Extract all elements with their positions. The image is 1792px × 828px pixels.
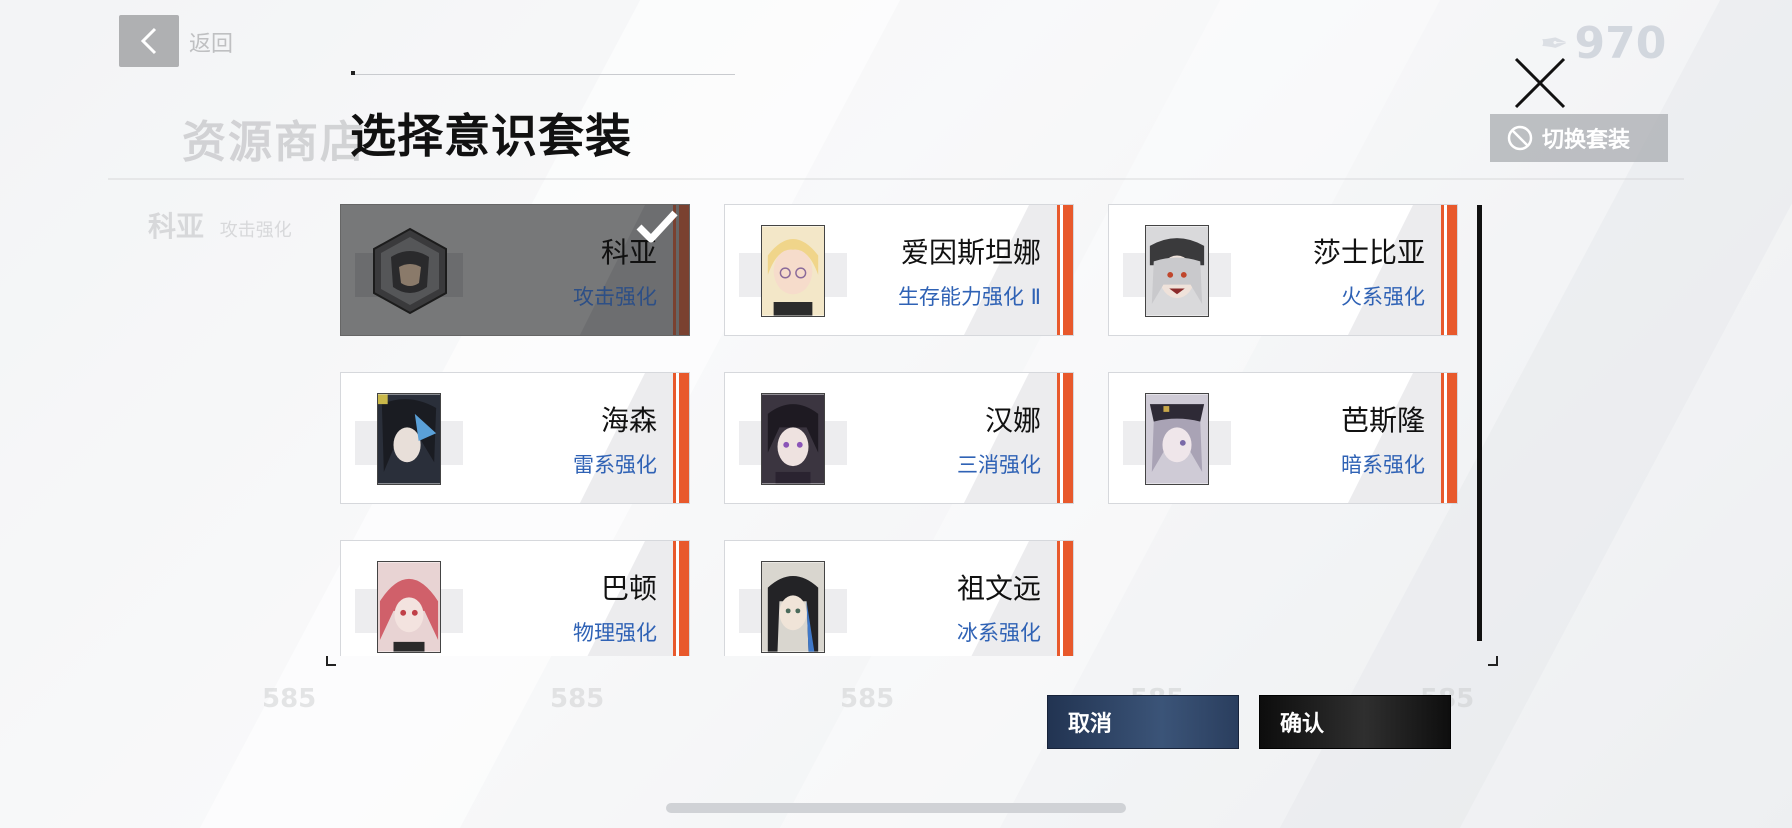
set-grid-viewport[interactable]: 科亚 攻击强化 爱因斯坦娜 生存能力强化 Ⅱ 莎士比亚 火系强化 海森 雷系强化… — [340, 204, 1460, 656]
set-name: 汉娜 — [984, 404, 1041, 437]
home-indicator[interactable] — [666, 803, 1126, 813]
set-name: 芭斯隆 — [1340, 404, 1425, 437]
bathlon-portrait-icon — [1145, 393, 1209, 485]
set-name: 海森 — [600, 404, 657, 437]
title-rule — [351, 74, 735, 75]
set-effect: 冰系强化 — [957, 621, 1041, 645]
set-effect: 火系强化 — [1341, 285, 1425, 309]
hanna-portrait-icon — [761, 393, 825, 485]
cancel-label: 取消 — [1068, 712, 1113, 737]
set-effect: 物理强化 — [573, 621, 657, 645]
accent-stripe — [1057, 373, 1073, 503]
switch-set-label: 切换套装 — [1542, 128, 1631, 153]
grid-scrollbar[interactable] — [1477, 205, 1482, 641]
accent-stripe — [673, 541, 689, 656]
shakespeare-portrait-icon — [1145, 225, 1209, 317]
zuwenyuan-portrait-icon — [761, 561, 825, 653]
set-card-zuwenyuan[interactable]: 祖文远 冰系强化 — [724, 540, 1074, 656]
set-card-heisen[interactable]: 海森 雷系强化 — [340, 372, 690, 504]
set-name: 莎士比亚 — [1312, 236, 1425, 269]
heisen-portrait-icon — [377, 393, 441, 485]
set-name: 巴顿 — [600, 572, 657, 605]
frame-corner — [1488, 656, 1498, 666]
set-name: 祖文远 — [956, 572, 1041, 605]
check-icon — [636, 210, 678, 243]
set-card-shakespeare[interactable]: 莎士比亚 火系强化 — [1108, 204, 1458, 336]
accent-stripe — [1441, 205, 1457, 335]
ban-icon — [1507, 125, 1533, 151]
koya-portrait-icon — [373, 227, 447, 315]
set-effect: 三消强化 — [957, 453, 1041, 477]
einsteina-portrait-icon — [761, 225, 825, 317]
accent-stripe — [1441, 373, 1457, 503]
confirm-button[interactable]: 确认 — [1259, 695, 1451, 749]
set-effect: 暗系强化 — [1341, 453, 1425, 477]
accent-stripe — [1057, 541, 1073, 656]
set-effect: 攻击强化 — [573, 285, 657, 309]
set-name: 爱因斯坦娜 — [900, 236, 1041, 269]
accent-stripe — [673, 373, 689, 503]
set-card-patton[interactable]: 巴顿 物理强化 — [340, 540, 690, 656]
set-card-einsteina[interactable]: 爱因斯坦娜 生存能力强化 Ⅱ — [724, 204, 1074, 336]
accent-stripe — [1057, 205, 1073, 335]
set-grid: 科亚 攻击强化 爱因斯坦娜 生存能力强化 Ⅱ 莎士比亚 火系强化 海森 雷系强化… — [326, 200, 1498, 666]
close-icon — [1514, 57, 1566, 109]
frame-corner — [326, 656, 336, 666]
patton-portrait-icon — [377, 561, 441, 653]
set-card-bathlon[interactable]: 芭斯隆 暗系强化 — [1108, 372, 1458, 504]
set-card-koya[interactable]: 科亚 攻击强化 — [340, 204, 690, 336]
title-rule-dot — [351, 71, 355, 75]
cancel-button[interactable]: 取消 — [1047, 695, 1239, 749]
set-card-hanna[interactable]: 汉娜 三消强化 — [724, 372, 1074, 504]
confirm-label: 确认 — [1280, 712, 1325, 737]
modal-title: 选择意识套装 — [350, 109, 632, 163]
set-effect: 雷系强化 — [573, 453, 657, 477]
set-effect: 生存能力强化 Ⅱ — [897, 285, 1041, 309]
switch-set-button[interactable]: 切换套装 — [1490, 114, 1668, 162]
close-button[interactable] — [1510, 55, 1570, 111]
